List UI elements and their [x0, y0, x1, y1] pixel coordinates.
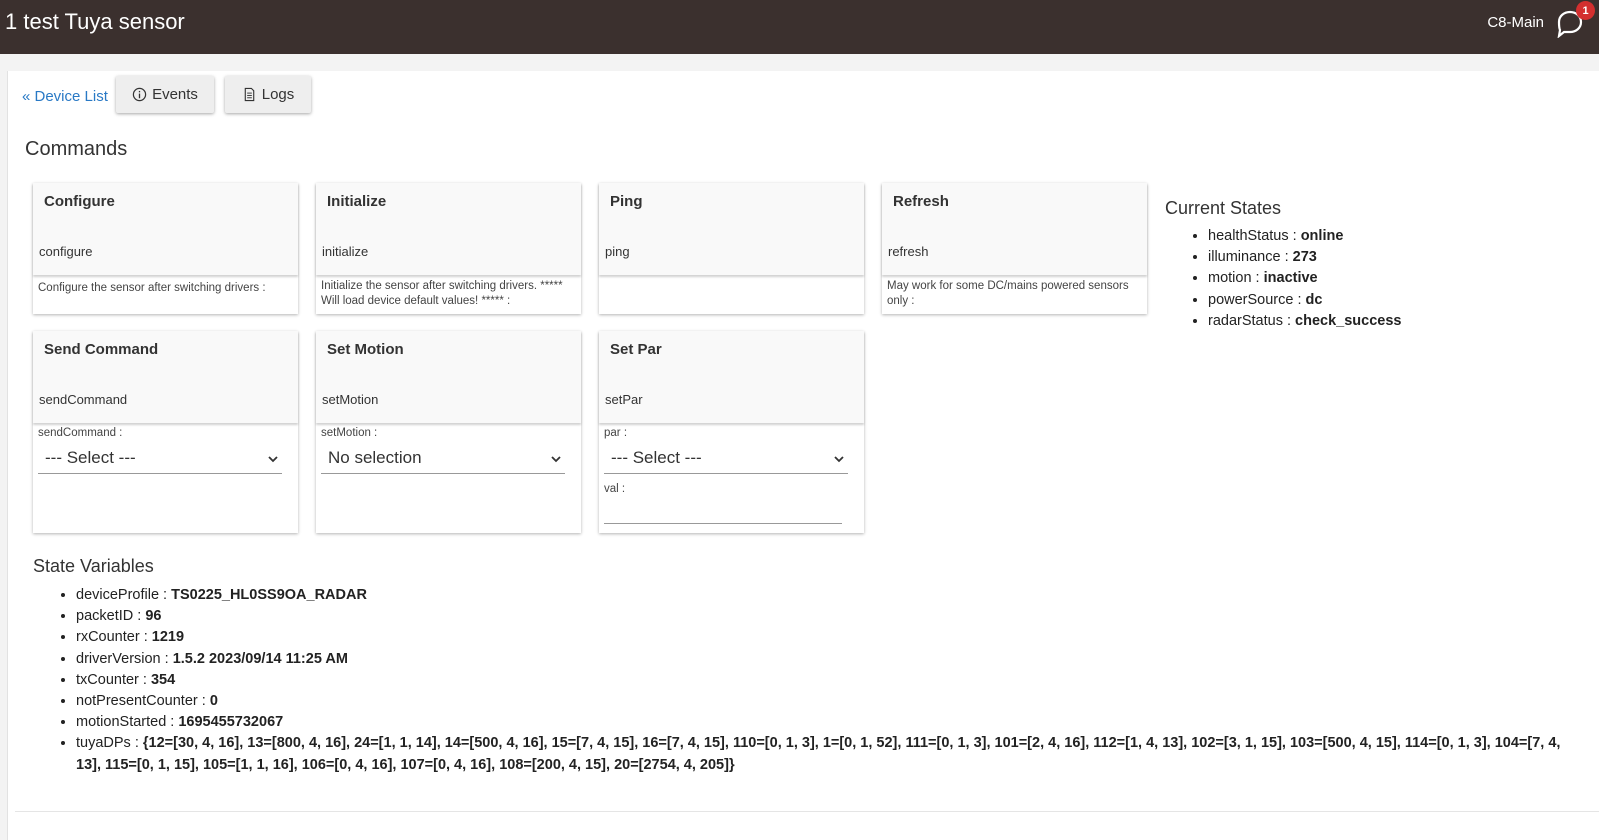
param-label: par :	[604, 427, 628, 439]
list-item: healthStatus : online	[1208, 226, 1401, 247]
notification-badge[interactable]: 1	[1576, 1, 1595, 20]
command-card-initialize: Initialize initialize Initialize the sen…	[316, 183, 581, 314]
set-par-button[interactable]: Set Par setPar	[599, 331, 864, 423]
list-item: rxCounter : 1219	[76, 627, 1576, 648]
param-label: sendCommand :	[38, 427, 123, 439]
command-card-ping: Ping ping	[599, 183, 864, 314]
command-card-refresh: Refresh refresh May work for some DC/mai…	[882, 183, 1147, 314]
select-value: --- Select ---	[45, 448, 136, 467]
set-motion-select[interactable]: No selection	[321, 445, 565, 474]
document-icon	[244, 87, 255, 102]
param-label: val :	[604, 483, 626, 495]
command-name: Set Par	[610, 341, 662, 358]
select-value: --- Select ---	[611, 448, 702, 467]
command-description: Initialize the sensor after switching dr…	[321, 280, 563, 307]
command-name: Configure	[44, 193, 115, 210]
events-label: Events	[152, 86, 198, 103]
command-name: Set Motion	[327, 341, 404, 358]
chevron-down-icon	[551, 456, 561, 463]
state-variables-list: deviceProfile : TS0225_HL0SS9OA_RADAR pa…	[56, 585, 1576, 776]
set-motion-button[interactable]: Set Motion setMotion	[316, 331, 581, 423]
top-bar: 1 test Tuya sensor C8-Main 1	[0, 0, 1599, 54]
current-states-list: healthStatus : online illuminance : 273 …	[1188, 226, 1401, 332]
par-select[interactable]: --- Select ---	[604, 445, 848, 474]
divider	[15, 811, 1599, 812]
initialize-button[interactable]: Initialize initialize	[316, 183, 581, 275]
command-method: setMotion	[322, 392, 379, 407]
device-title: 1 test Tuya sensor	[5, 9, 185, 34]
list-item: radarStatus : check_success	[1208, 311, 1401, 332]
command-card-configure: Configure configure Configure the sensor…	[33, 183, 298, 314]
list-item: tuyaDPs : {12=[30, 4, 16], 13=[800, 4, 1…	[76, 733, 1576, 775]
command-method: refresh	[888, 244, 929, 259]
command-description: May work for some DC/mains powered senso…	[887, 280, 1129, 307]
list-item: powerSource : dc	[1208, 290, 1401, 311]
command-card-send-command: Send Command sendCommand sendCommand : -…	[33, 331, 298, 533]
ping-button[interactable]: Ping ping	[599, 183, 864, 275]
command-name: Ping	[610, 193, 643, 210]
list-item: illuminance : 273	[1208, 247, 1401, 268]
send-command-button[interactable]: Send Command sendCommand	[33, 331, 298, 423]
list-item: txCounter : 354	[76, 670, 1576, 691]
list-item: packetID : 96	[76, 606, 1576, 627]
state-variables-heading: State Variables	[33, 556, 154, 576]
command-method: setPar	[605, 392, 643, 407]
send-command-select[interactable]: --- Select ---	[38, 445, 282, 474]
logs-button[interactable]: Logs	[225, 76, 311, 113]
command-card-set-par: Set Par setPar par : --- Select --- val …	[599, 331, 864, 533]
device-panel: « Device List Events Logs Commands Confi…	[7, 71, 1599, 840]
command-method: ping	[605, 244, 630, 259]
val-input[interactable]	[604, 503, 842, 524]
command-method: sendCommand	[39, 392, 128, 407]
device-list-link[interactable]: « Device List	[22, 88, 108, 105]
chevron-down-icon	[834, 456, 844, 463]
command-name: Refresh	[893, 193, 949, 210]
param-label: setMotion :	[321, 427, 378, 439]
command-method: initialize	[322, 244, 369, 259]
logs-label: Logs	[261, 86, 295, 103]
list-item: notPresentCounter : 0	[76, 691, 1576, 712]
command-method: configure	[39, 244, 93, 259]
commands-heading: Commands	[25, 138, 128, 160]
command-name: Send Command	[44, 341, 159, 358]
hub-name[interactable]: C8-Main	[1487, 14, 1544, 31]
configure-button[interactable]: Configure configure	[33, 183, 298, 275]
command-description: Configure the sensor after switching dri…	[38, 282, 266, 294]
select-value: No selection	[328, 448, 422, 467]
current-states-heading: Current States	[1165, 198, 1282, 218]
command-card-set-motion: Set Motion setMotion setMotion : No sele…	[316, 331, 581, 533]
list-item: driverVersion : 1.5.2 2023/09/14 11:25 A…	[76, 649, 1576, 670]
info-icon	[132, 87, 147, 102]
list-item: deviceProfile : TS0225_HL0SS9OA_RADAR	[76, 585, 1576, 606]
chevron-down-icon	[268, 456, 278, 463]
list-item: motion : inactive	[1208, 268, 1401, 289]
events-button[interactable]: Events	[116, 76, 214, 113]
command-name: Initialize	[327, 193, 387, 210]
refresh-button[interactable]: Refresh refresh	[882, 183, 1147, 275]
list-item: motionStarted : 1695455732067	[76, 712, 1576, 733]
